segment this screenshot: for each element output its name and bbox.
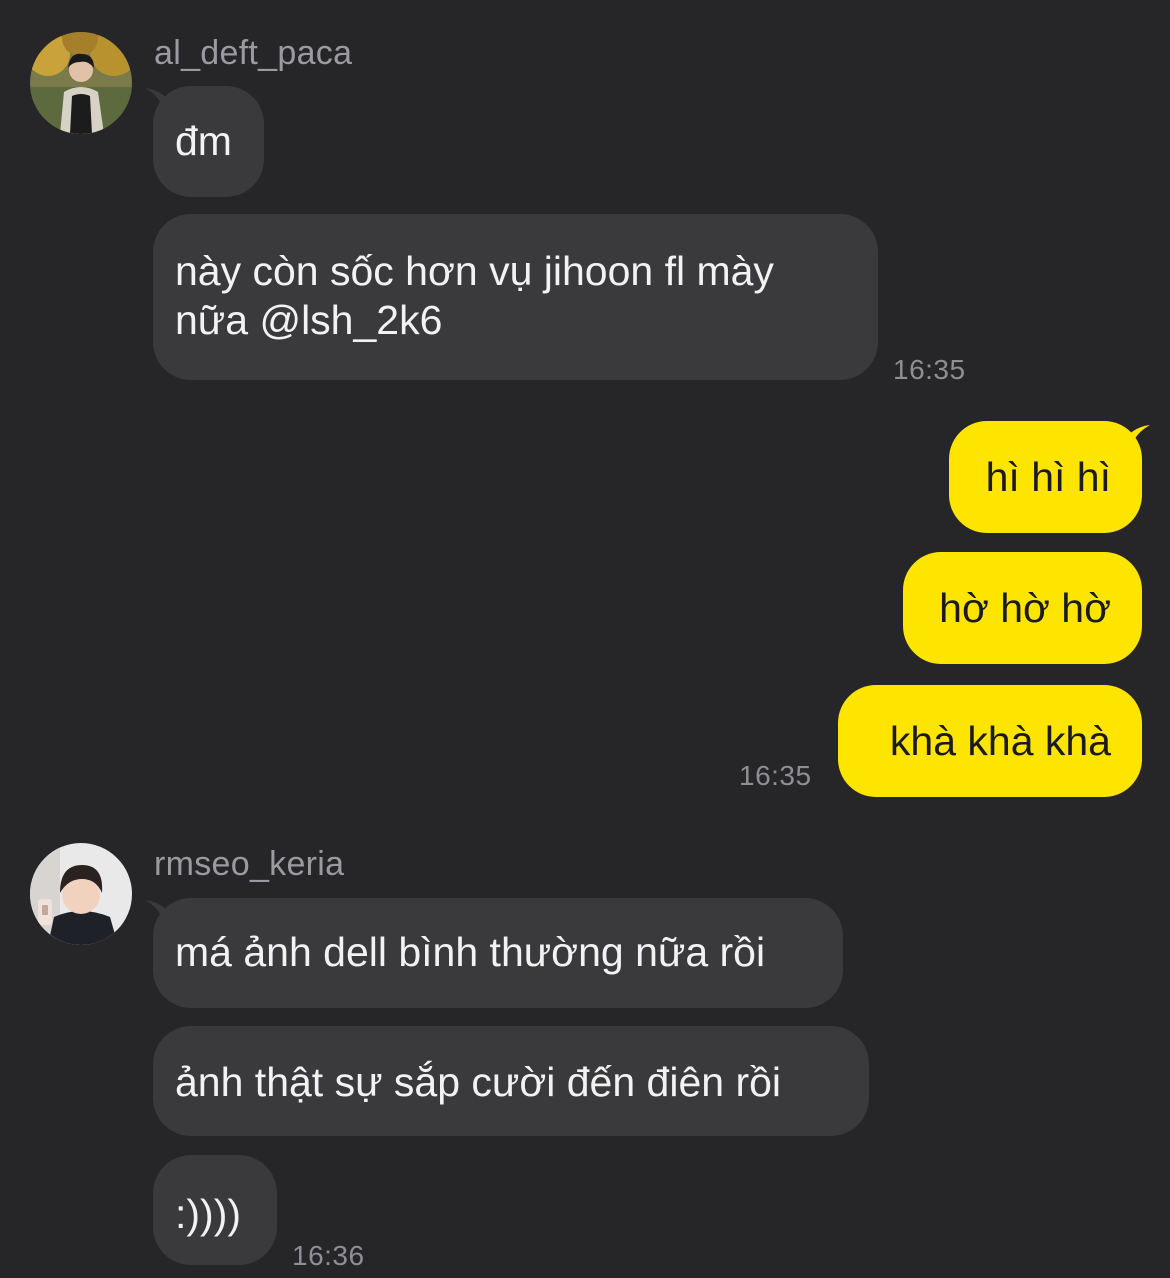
avatar-al-deft-paca[interactable] xyxy=(30,32,132,134)
sender-name: rmseo_keria xyxy=(154,845,345,883)
message-timestamp: 16:35 xyxy=(739,760,812,791)
message-text: này còn sốc hơn vụ jihoon fl mày nữa @ls… xyxy=(175,248,774,343)
message-bubble-outgoing[interactable]: hì hì hì xyxy=(949,421,1142,533)
message-bubble-incoming[interactable]: đm xyxy=(153,86,264,197)
message-text: hì hì hì xyxy=(985,454,1111,500)
message-text: khà khà khà xyxy=(889,718,1111,764)
message-timestamp: 16:35 xyxy=(893,354,966,385)
message-text: :)))) xyxy=(175,1191,242,1237)
message-timestamp: 16:36 xyxy=(292,1240,365,1271)
avatar-photo-icon xyxy=(30,843,132,945)
avatar-rmseo-keria[interactable] xyxy=(30,843,132,945)
message-text: đm xyxy=(175,118,232,164)
message-bubble-outgoing[interactable]: hờ hờ hờ xyxy=(903,552,1142,664)
message-bubble-incoming[interactable]: ảnh thật sự sắp cười đến điên rồi xyxy=(153,1026,869,1136)
message-text: hờ hờ hờ xyxy=(939,585,1111,631)
message-bubble-incoming[interactable]: :)))) xyxy=(153,1155,277,1265)
message-bubble-incoming[interactable]: má ảnh dell bình thường nữa rồi xyxy=(153,898,843,1008)
message-text: má ảnh dell bình thường nữa rồi xyxy=(175,929,766,975)
sender-name: al_deft_paca xyxy=(154,34,353,72)
message-text: ảnh thật sự sắp cười đến điên rồi xyxy=(175,1059,782,1105)
message-bubble-outgoing[interactable]: khà khà khà xyxy=(838,685,1142,797)
avatar-photo-icon xyxy=(30,32,132,134)
message-bubble-incoming[interactable]: này còn sốc hơn vụ jihoon fl mày nữa @ls… xyxy=(153,214,878,380)
